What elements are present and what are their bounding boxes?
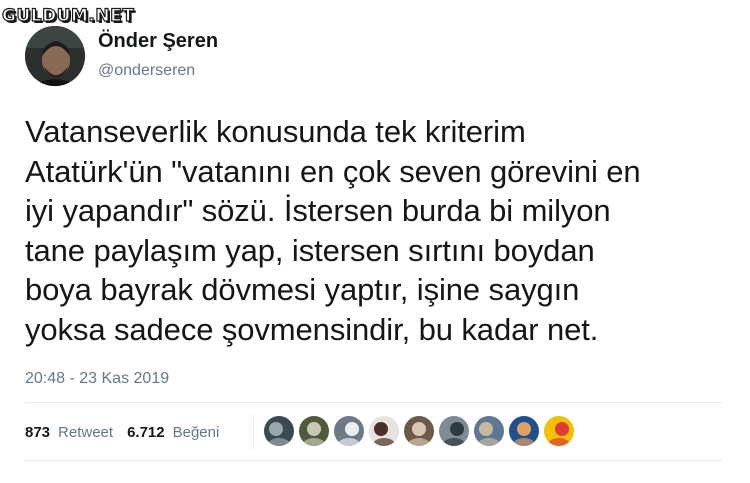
liker-photo bbox=[407, 422, 431, 446]
tweet-timestamp[interactable]: 20:48 - 23 Kas 2019 bbox=[25, 370, 169, 388]
avatar-photo bbox=[25, 26, 85, 86]
liker-avatar-6[interactable] bbox=[439, 416, 469, 446]
liker-avatar-4[interactable] bbox=[369, 416, 399, 446]
retweet-count[interactable]: 873 bbox=[25, 424, 50, 441]
liker-photo bbox=[547, 422, 571, 446]
like-count[interactable]: 6.712 bbox=[127, 424, 165, 441]
liker-photo bbox=[337, 422, 361, 446]
liker-avatars bbox=[264, 416, 579, 446]
tweet-card: GULDUM.NET Önder Şeren @onderseren Vatan… bbox=[0, 0, 750, 483]
liker-photo bbox=[302, 422, 326, 446]
liker-photo bbox=[442, 422, 466, 446]
avatar[interactable] bbox=[25, 26, 85, 86]
liker-avatar-3[interactable] bbox=[334, 416, 364, 446]
liker-photo bbox=[512, 422, 536, 446]
watermark-logo: GULDUM.NET bbox=[1, 5, 135, 26]
divider-bottom bbox=[25, 460, 722, 461]
retweet-label[interactable]: Retweet bbox=[58, 424, 113, 441]
liker-photo bbox=[372, 422, 396, 446]
liker-avatar-5[interactable] bbox=[404, 416, 434, 446]
engagement-stats: 873 Retweet 6.712 Beğeni bbox=[25, 424, 219, 441]
liker-avatar-2[interactable] bbox=[299, 416, 329, 446]
likers-separator bbox=[253, 414, 254, 450]
author-display-name[interactable]: Önder Şeren bbox=[98, 30, 218, 53]
divider-top bbox=[25, 402, 722, 403]
liker-photo bbox=[267, 422, 291, 446]
liker-avatar-7[interactable] bbox=[474, 416, 504, 446]
liker-avatar-8[interactable] bbox=[509, 416, 539, 446]
tweet-text: Vatanseverlik konusunda tek kriterim Ata… bbox=[25, 114, 641, 347]
author-handle[interactable]: @onderseren bbox=[98, 62, 195, 80]
liker-photo bbox=[477, 422, 501, 446]
liker-avatar-1[interactable] bbox=[264, 416, 294, 446]
liker-avatar-9[interactable] bbox=[544, 416, 574, 446]
like-label[interactable]: Beğeni bbox=[173, 424, 220, 441]
